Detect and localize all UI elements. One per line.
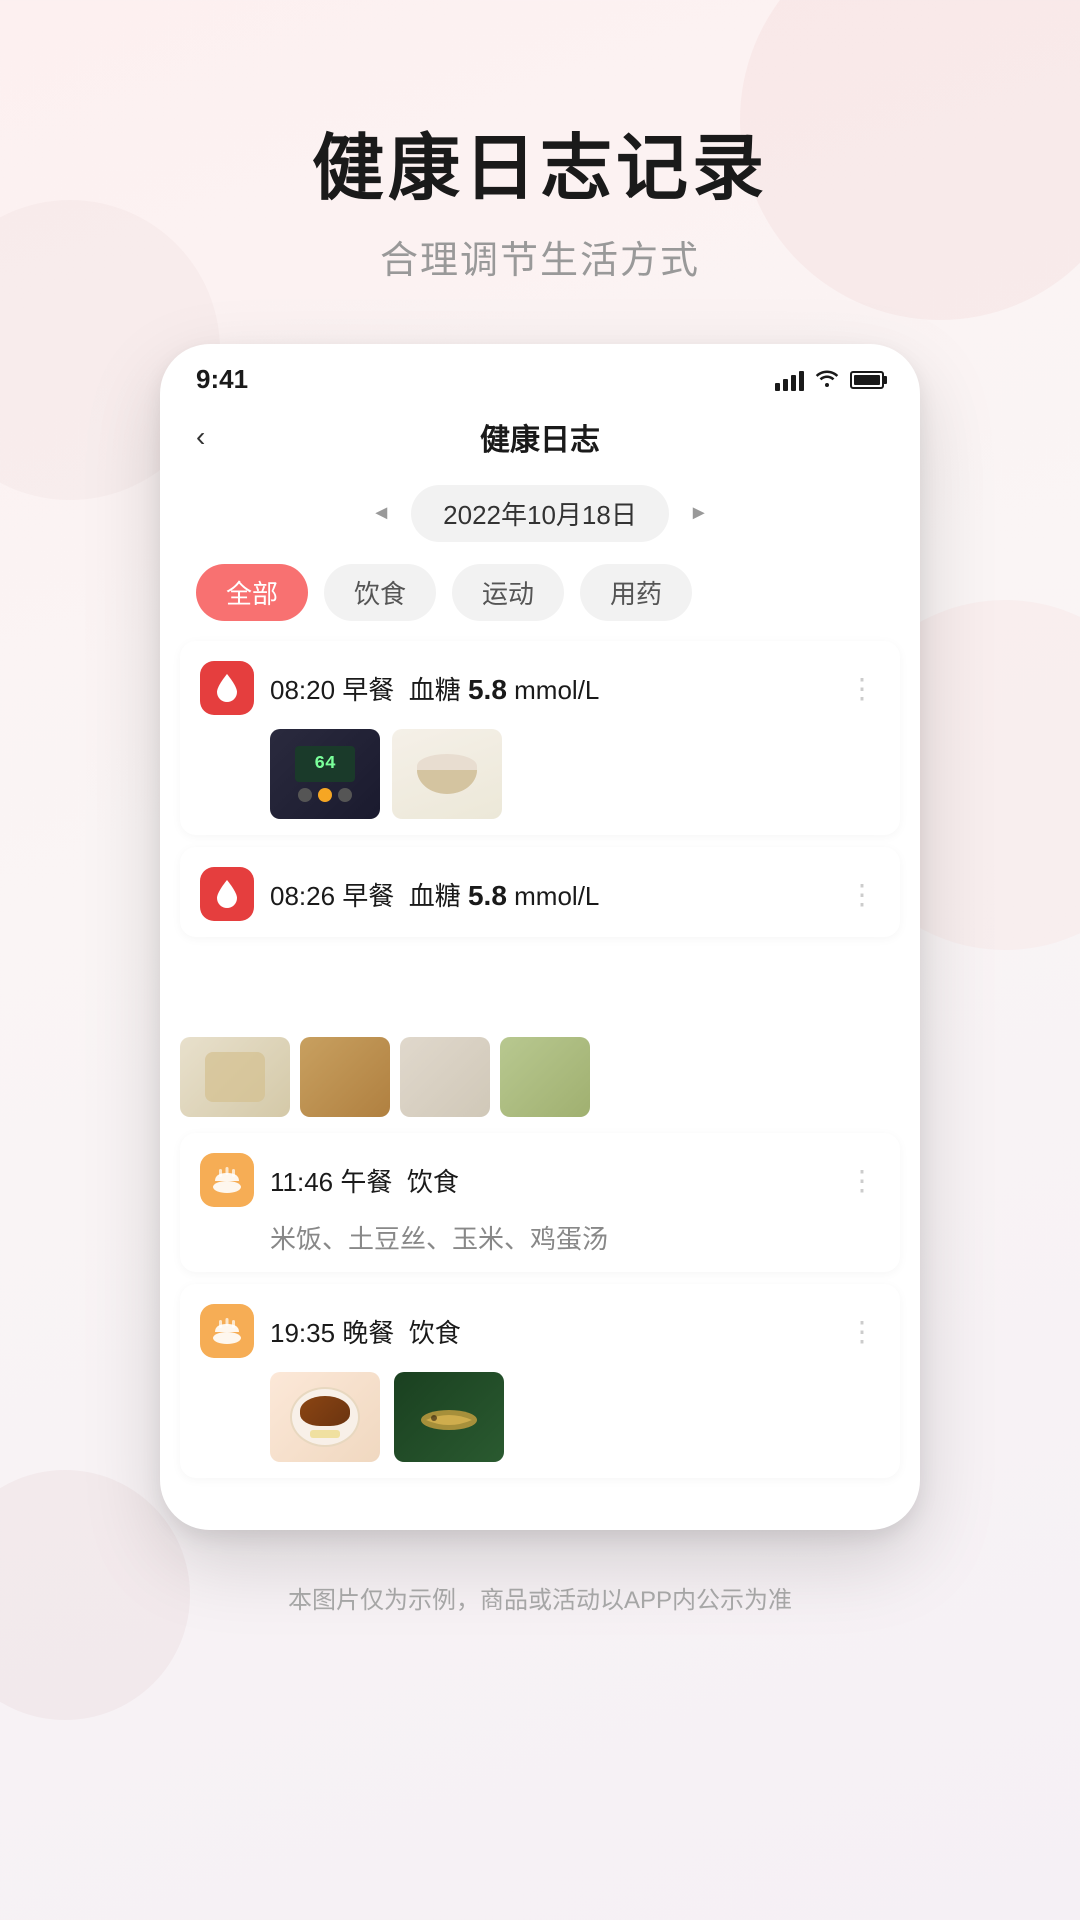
- entry-1-unit: mmol/L: [507, 675, 599, 705]
- lunch-img-1[interactable]: [180, 1037, 290, 1117]
- battery-icon: [850, 371, 884, 389]
- lunch-img-4[interactable]: [500, 1037, 590, 1117]
- entry-2-time: 08:26 早餐: [270, 881, 409, 911]
- next-date-button[interactable]: ►: [689, 502, 709, 525]
- entry-4-time: 19:35 晚餐: [270, 1318, 409, 1348]
- date-picker: ◄ 2022年10月18日 ►: [160, 475, 920, 560]
- entry-4: 19:35 晚餐 饮食 ⋮: [180, 1284, 900, 1478]
- nav-bar: ‹ 健康日志: [160, 405, 920, 475]
- entry-4-img-fish[interactable]: [394, 1372, 504, 1462]
- wifi-icon: [814, 367, 840, 393]
- entry-3-more-button[interactable]: ⋮: [844, 1164, 880, 1197]
- entry-1-label: 血糖: [409, 675, 468, 705]
- phone-screen: 9:41: [160, 344, 920, 1530]
- entry-1-img-glucometer[interactable]: 64: [270, 729, 380, 819]
- entry-4-label: 饮食: [409, 1318, 461, 1348]
- filter-tab-diet[interactable]: 饮食: [324, 564, 436, 621]
- lunch-img-3[interactable]: [400, 1037, 490, 1117]
- entry-1-value: 5.8: [468, 674, 507, 705]
- entry-1-icon: [200, 661, 254, 715]
- prev-date-button[interactable]: ◄: [371, 502, 391, 525]
- entry-2-info: 08:26 早餐 血糖 5.8 mmol/L: [270, 876, 828, 913]
- entry-3-info: 11:46 午餐 饮食: [270, 1162, 828, 1199]
- entry-3-icon: [200, 1153, 254, 1207]
- entry-2-value: 5.8: [468, 880, 507, 911]
- status-icons: [775, 367, 884, 393]
- entry-3: 11:46 午餐 饮食 ⋮ 米饭、土豆丝、玉米、鸡蛋汤: [180, 1133, 900, 1272]
- lunch-img-2[interactable]: [300, 1037, 390, 1117]
- entry-2-label: 血糖: [409, 881, 468, 911]
- entry-4-info: 19:35 晚餐 饮食: [270, 1313, 828, 1350]
- entry-2: 08:26 早餐 血糖 5.8 mmol/L ⋮: [180, 847, 900, 937]
- phone-mockup: 9:41: [160, 344, 920, 1530]
- nav-title: 健康日志: [480, 415, 600, 459]
- entry-1-info: 08:20 早餐 血糖 5.8 mmol/L: [270, 670, 828, 707]
- filter-tab-all[interactable]: 全部: [196, 564, 308, 621]
- entry-4-images: [200, 1372, 880, 1462]
- entry-3-time: 11:46 午餐: [270, 1167, 407, 1197]
- filter-tab-exercise[interactable]: 运动: [452, 564, 564, 621]
- tooltip-container: 08:20 早餐 血糖 5.8 mmol/L ⋮: [180, 1037, 900, 1129]
- entry-1-images: 64: [200, 729, 880, 819]
- hero-title: 健康日志记录: [312, 130, 768, 209]
- journal-list: 08:20 早餐 血糖 5.8 mmol/L ⋮ 64: [160, 641, 920, 1478]
- status-time: 9:41: [196, 364, 248, 395]
- status-bar: 9:41: [160, 344, 920, 405]
- entry-1-header: 08:20 早餐 血糖 5.8 mmol/L ⋮: [200, 661, 880, 715]
- hero-section: 健康日志记录 合理调节生活方式: [312, 130, 768, 284]
- entry-4-header: 19:35 晚餐 饮食 ⋮: [200, 1304, 880, 1358]
- filter-tab-medicine[interactable]: 用药: [580, 564, 692, 621]
- entry-1: 08:20 早餐 血糖 5.8 mmol/L ⋮ 64: [180, 641, 900, 835]
- filter-tabs: 全部 饮食 运动 用药: [160, 560, 920, 641]
- entry-2-icon: [200, 867, 254, 921]
- entry-2-unit: mmol/L: [507, 881, 599, 911]
- signal-icon: [775, 369, 804, 391]
- entry-4-more-button[interactable]: ⋮: [844, 1315, 880, 1348]
- disclaimer-text: 本图片仅为示例，商品或活动以APP内公示为准: [288, 1580, 792, 1675]
- entry-3-label: 饮食: [407, 1167, 459, 1197]
- entry-1-more-button[interactable]: ⋮: [844, 672, 880, 705]
- entry-1-time: 08:20 早餐: [270, 675, 409, 705]
- entry-1-img-porridge[interactable]: [392, 729, 502, 819]
- entry-2-more-button[interactable]: ⋮: [844, 878, 880, 911]
- entry-3-food-text: 米饭、土豆丝、玉米、鸡蛋汤: [200, 1219, 880, 1256]
- bg-decoration-1: [740, 0, 1080, 320]
- entry-4-icon: [200, 1304, 254, 1358]
- entry-3-header: 11:46 午餐 饮食 ⋮: [200, 1153, 880, 1207]
- entry-4-img-steak[interactable]: [270, 1372, 380, 1462]
- back-button[interactable]: ‹: [196, 421, 205, 453]
- lunch-images-partial: [180, 1037, 900, 1129]
- current-date[interactable]: 2022年10月18日: [411, 485, 669, 542]
- entry-2-header: 08:26 早餐 血糖 5.8 mmol/L ⋮: [200, 867, 880, 921]
- hero-subtitle: 合理调节生活方式: [312, 229, 768, 284]
